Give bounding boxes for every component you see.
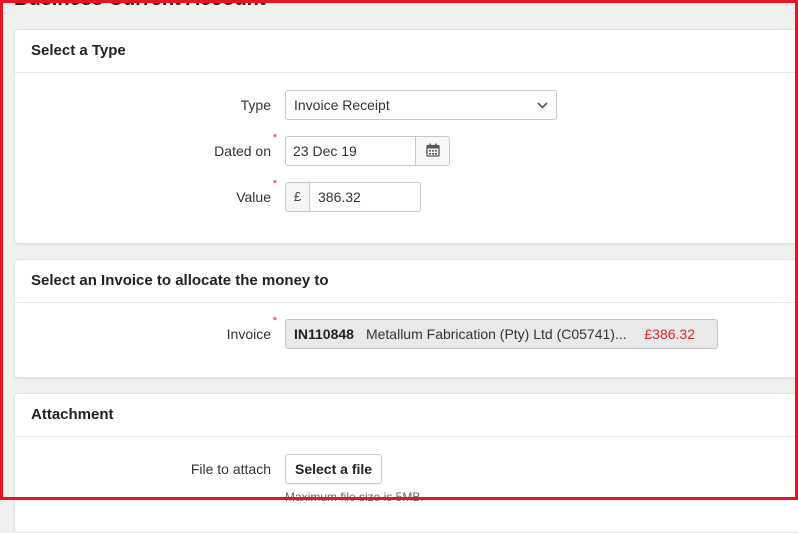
select-type-panel: Select a Type Type Invoice Receipt Dated… [14,29,798,244]
value-input[interactable]: 386.32 [310,182,421,212]
file-size-hint: Maximum file size is 5MB. [285,490,424,504]
invoice-amount: £386.32 [644,326,695,342]
invoice-label: Invoice * [226,315,277,342]
calendar-button[interactable] [416,136,450,166]
value-label: Value * [236,178,277,205]
invoice-description: Metallum Fabrication (Pty) Ltd (C05741).… [365,326,627,342]
invoice-number: IN110848 [294,326,354,342]
dated-on-label: Dated on * [214,132,277,159]
required-marker: * [272,132,277,144]
type-select-value: Invoice Receipt [294,97,390,113]
attachment-heading: Attachment [15,394,798,437]
attachment-panel: Attachment File to attach Select a file … [14,393,798,533]
value-row: Value * £ 386.32 [15,178,798,212]
file-label: File to attach [190,461,271,477]
select-invoice-heading: Select an Invoice to allocate the money … [15,260,798,303]
invoice-select[interactable]: IN110848 Metallum Fabrication (Pty) Ltd (… [285,319,718,349]
select-invoice-panel: Select an Invoice to allocate the money … [14,259,798,378]
select-type-heading: Select a Type [15,30,798,73]
type-row: Type Invoice Receipt [15,90,798,120]
chevron-down-icon [537,91,548,119]
calendar-icon [425,143,440,160]
type-select[interactable]: Invoice Receipt [285,90,557,120]
dated-on-input[interactable]: 23 Dec 19 [285,136,416,166]
currency-addon: £ [285,182,310,212]
page-title: Business Current Account [14,0,266,11]
required-marker: * [272,315,277,327]
invoice-row: Invoice * IN110848 Metallum Fabrication (… [15,315,798,349]
file-row: File to attach Select a file Maximum fil… [15,454,798,504]
type-label: Type [240,97,271,113]
select-file-button[interactable]: Select a file [285,454,383,484]
required-marker: * [272,178,277,190]
dated-on-row: Dated on * 23 Dec 19 [15,132,798,166]
